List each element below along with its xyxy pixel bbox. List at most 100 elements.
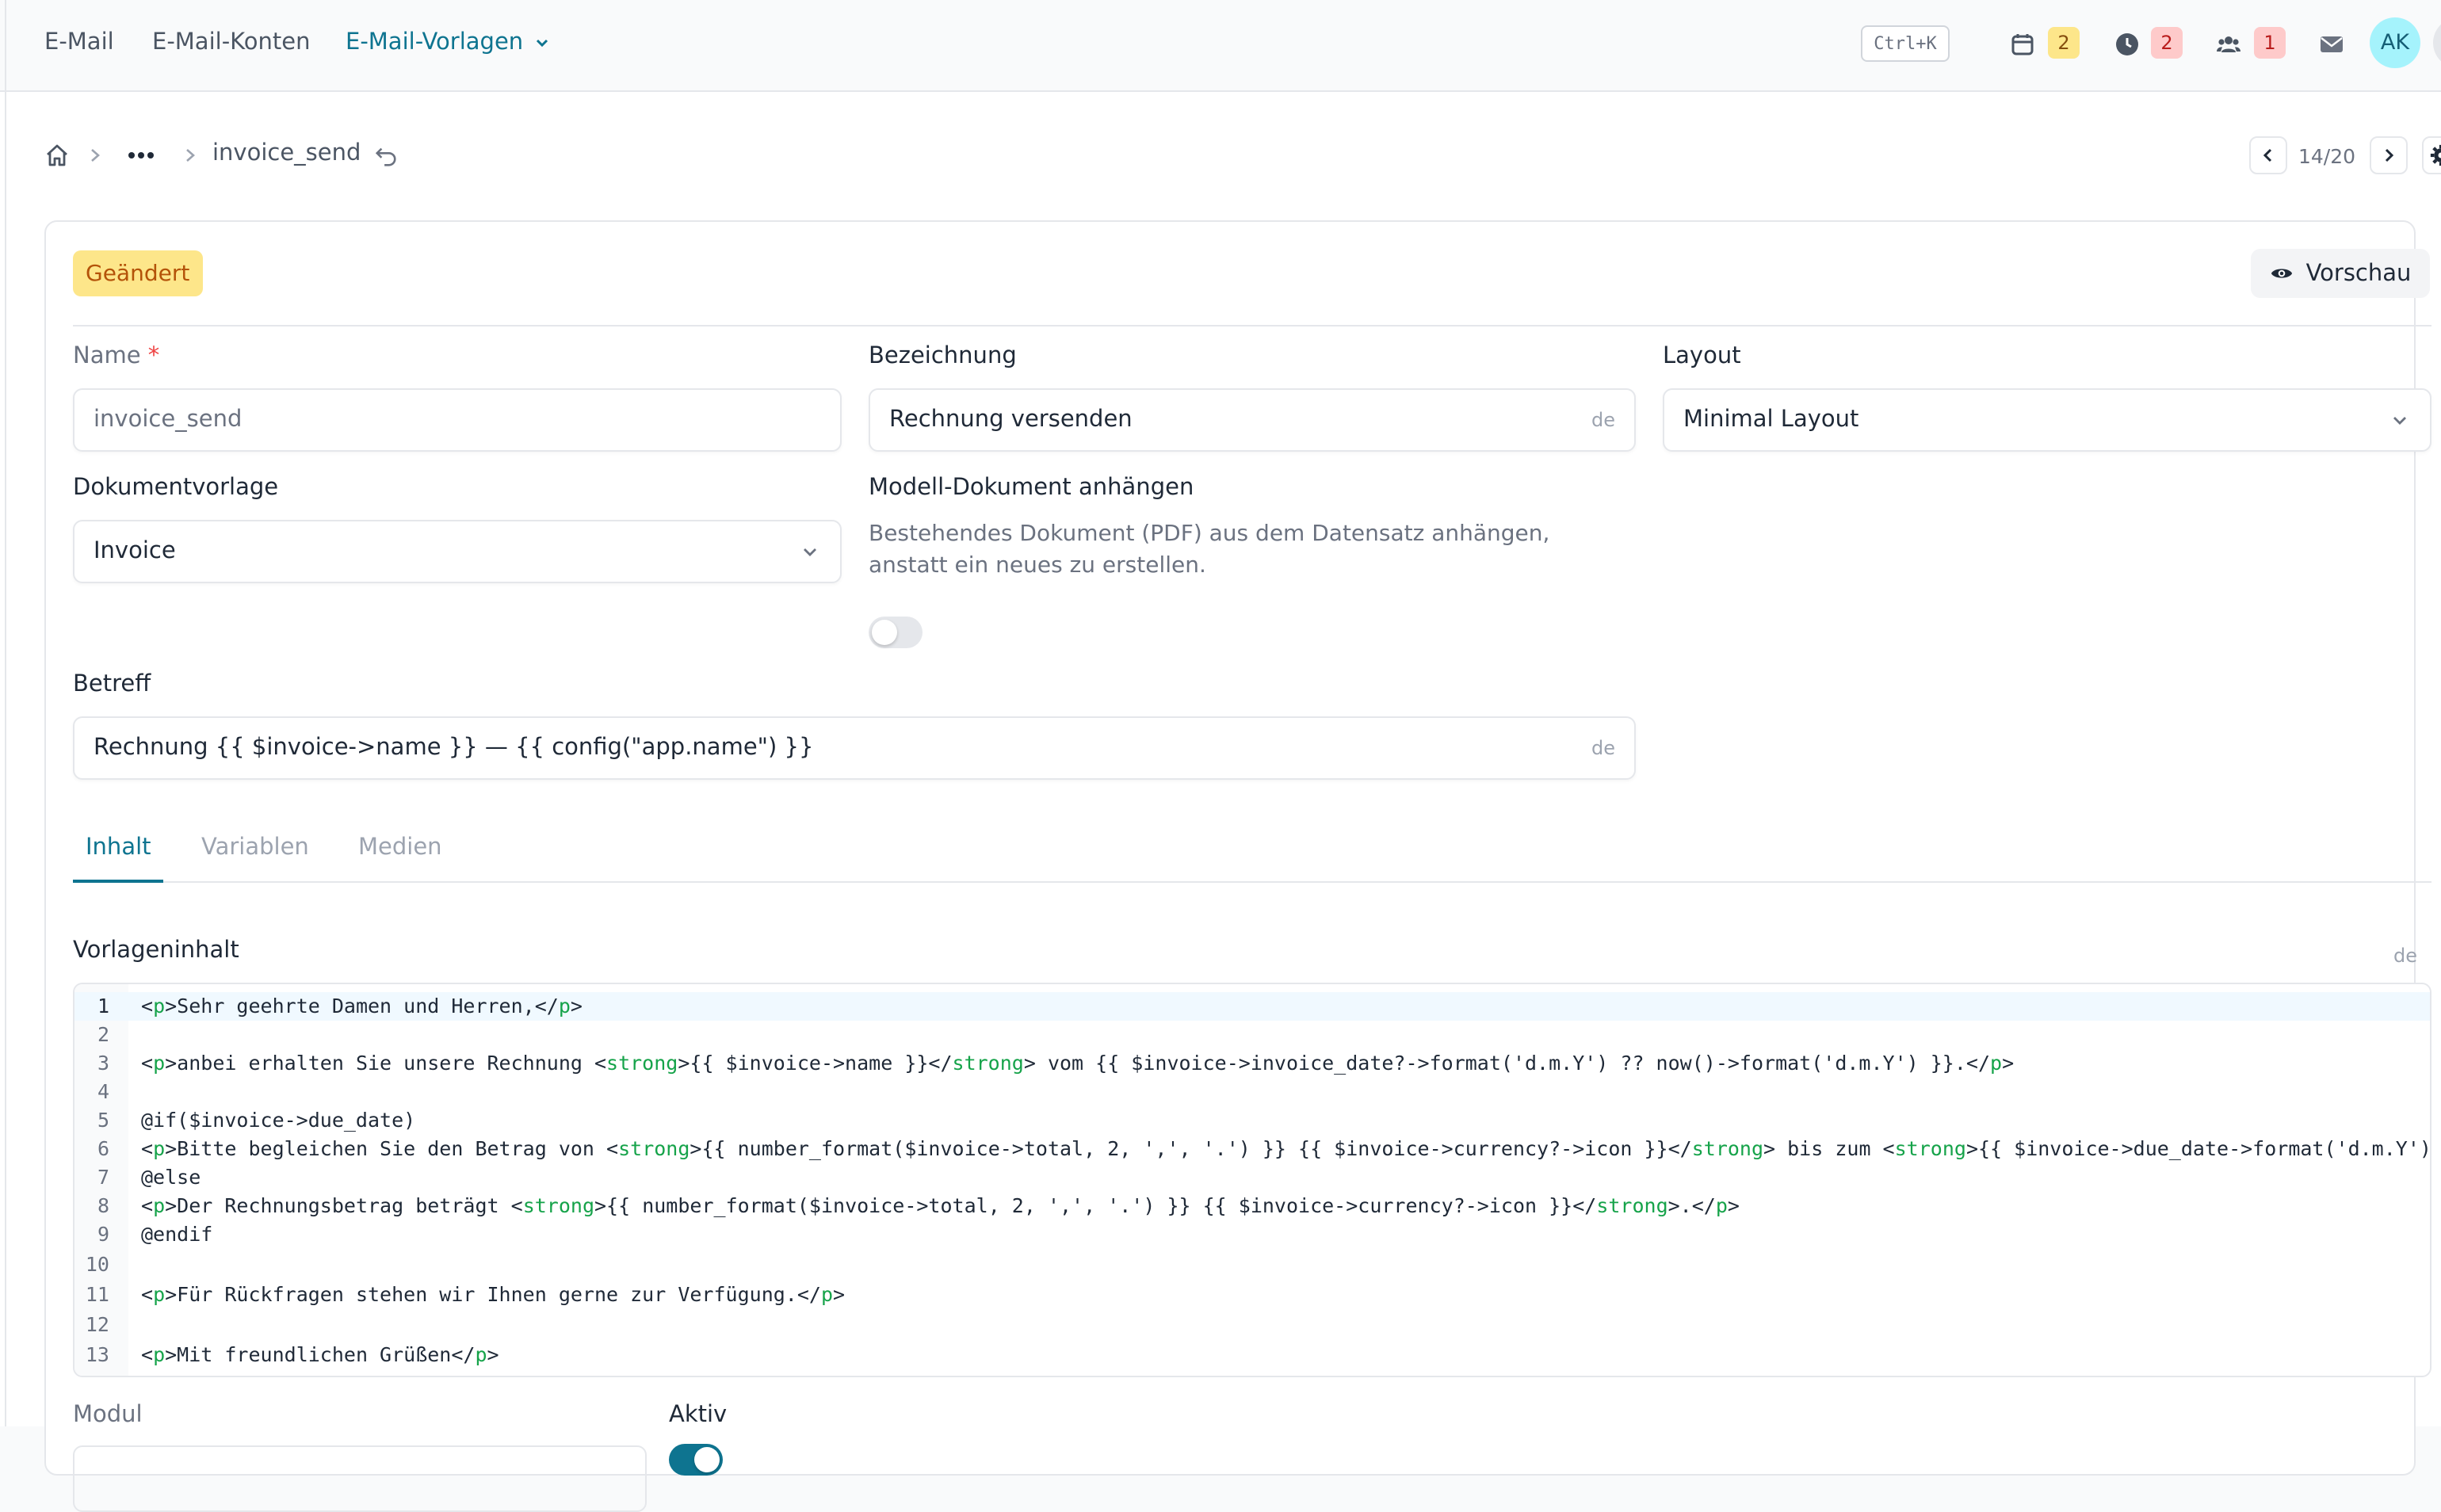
code-line: 9@endif <box>74 1220 2431 1249</box>
line-number: 4 <box>74 1078 109 1106</box>
more-icon[interactable] <box>127 151 155 160</box>
command-shortcut[interactable]: Ctrl+K <box>1861 25 1950 62</box>
line-number: 2 <box>74 1021 109 1049</box>
preview-label: Vorschau <box>2306 261 2412 286</box>
modell-toggle[interactable] <box>869 617 923 648</box>
betreff-label: Betreff <box>73 672 151 697</box>
code-line: 12 <box>74 1311 2431 1339</box>
settings-button[interactable] <box>2422 136 2441 174</box>
line-number: 8 <box>74 1192 109 1220</box>
line-number: 12 <box>74 1311 109 1339</box>
home-icon[interactable] <box>44 143 70 168</box>
nav-email-vorlagen-label: E-Mail-Vorlagen <box>346 30 523 55</box>
prev-record-button[interactable] <box>2249 136 2287 174</box>
line-number: 6 <box>74 1135 109 1163</box>
nav-email-konten[interactable]: E-Mail-Konten <box>152 30 310 55</box>
tab-inhalt[interactable]: Inhalt <box>86 835 151 861</box>
chevron-down-icon <box>533 33 552 52</box>
dokumentvorlage-select[interactable]: Invoice <box>73 520 842 583</box>
code-line: 1<p>Sehr geehrte Damen und Herren,</p> <box>74 992 2431 1021</box>
chevron-down-icon <box>799 540 821 563</box>
line-number: 10 <box>74 1250 109 1279</box>
status-badge: Geändert <box>73 250 202 296</box>
aktiv-toggle[interactable] <box>669 1444 723 1476</box>
modul-select[interactable] <box>73 1445 647 1512</box>
layout-value: Minimal Layout <box>1683 407 2389 433</box>
betreff-value: Rechnung {{ $invoice->name }} — {{ confi… <box>94 735 1591 761</box>
bezeichnung-field[interactable]: Rechnung versendende <box>869 388 1636 452</box>
gear-icon <box>2430 144 2441 166</box>
nav-email-vorlagen[interactable]: E-Mail-Vorlagen <box>346 30 552 55</box>
betreff-lang[interactable]: de <box>1591 737 1615 759</box>
vorlageninhalt-label: Vorlageninhalt <box>73 938 239 964</box>
code-line: 11<p>Für Rückfragen stehen wir Ihnen ger… <box>74 1281 2431 1309</box>
chevron-down-icon <box>2389 409 2411 431</box>
line-number: 13 <box>74 1341 109 1369</box>
line-number: 5 <box>74 1106 109 1135</box>
pager-count: 14/20 <box>2298 144 2355 168</box>
bezeichnung-value: Rechnung versenden <box>889 407 1591 433</box>
chevron-left-icon <box>2260 147 2276 163</box>
layout-select[interactable]: Minimal Layout <box>1663 388 2431 452</box>
left-border <box>5 0 6 1426</box>
dokumentvorlage-label: Dokumentvorlage <box>73 475 278 501</box>
breadcrumb-chevron-icon <box>87 147 103 163</box>
line-number: 9 <box>74 1220 109 1249</box>
content-lang[interactable]: de <box>2393 945 2417 967</box>
calendar-icon[interactable] <box>2010 32 2035 57</box>
tab-variablen[interactable]: Variablen <box>201 835 309 861</box>
name-label: Name * <box>73 344 159 369</box>
aktiv-label: Aktiv <box>669 1403 727 1428</box>
preview-button[interactable]: Vorschau <box>2251 249 2430 298</box>
modell-description-line-1: Bestehendes Dokument (PDF) aus dem Daten… <box>869 518 1549 550</box>
name-field[interactable]: invoice_send <box>73 388 842 452</box>
line-number: 11 <box>74 1281 109 1309</box>
tabs-divider <box>73 881 2431 883</box>
calendar-badge: 2 <box>2048 27 2080 59</box>
breadcrumb-chevron-icon <box>182 147 198 163</box>
line-number: 1 <box>74 992 109 1021</box>
users-badge: 1 <box>2254 27 2286 59</box>
modell-label: Modell-Dokument anhängen <box>869 475 1194 501</box>
avatar-ak[interactable]: AK <box>2370 17 2420 68</box>
required-marker: * <box>148 344 160 369</box>
undo-icon[interactable] <box>374 144 398 168</box>
modell-description-line-2: anstatt ein neues zu erstellen. <box>869 550 1549 582</box>
clock-icon[interactable] <box>2114 32 2140 57</box>
bezeichnung-lang[interactable]: de <box>1591 409 1615 431</box>
layout-label: Layout <box>1663 344 1741 369</box>
dokumentvorlage-value: Invoice <box>94 539 799 564</box>
code-line: 10 <box>74 1250 2431 1279</box>
code-line: 2 <box>74 1021 2431 1049</box>
code-line: 3<p>anbei erhalten Sie unsere Rechnung <… <box>74 1049 2431 1078</box>
app-root: E-Mail E-Mail-Konten E-Mail-Vorlagen Ctr… <box>0 0 2441 1426</box>
header-divider <box>73 325 2431 326</box>
nav-email[interactable]: E-Mail <box>44 30 114 55</box>
modell-description: Bestehendes Dokument (PDF) aus dem Daten… <box>869 518 1549 582</box>
tab-medien[interactable]: Medien <box>358 835 442 861</box>
next-record-button[interactable] <box>2370 136 2408 174</box>
toggle-knob <box>694 1447 720 1472</box>
bezeichnung-label: Bezeichnung <box>869 344 1017 369</box>
name-value: invoice_send <box>94 407 821 433</box>
clock-badge: 2 <box>2151 27 2183 59</box>
betreff-field[interactable]: Rechnung {{ $invoice->name }} — {{ confi… <box>73 716 1636 780</box>
toggle-knob <box>872 620 897 645</box>
eye-icon <box>2270 262 2294 285</box>
code-line: 7@else <box>74 1163 2431 1192</box>
code-editor[interactable]: 1<p>Sehr geehrte Damen und Herren,</p> 2… <box>73 983 2431 1377</box>
chevron-right-icon <box>2381 147 2397 163</box>
name-label-text: Name <box>73 344 141 369</box>
line-number: 7 <box>74 1163 109 1192</box>
code-line: 13<p>Mit freundlichen Grüßen</p> <box>74 1341 2431 1369</box>
code-line: 4 <box>74 1078 2431 1106</box>
code-line: 8<p>Der Rechnungsbetrag beträgt <strong>… <box>74 1192 2431 1220</box>
breadcrumb-current: invoice_send <box>212 141 361 166</box>
line-number: 3 <box>74 1049 109 1078</box>
users-icon[interactable] <box>2216 32 2241 57</box>
code-line: 5@if($invoice->due_date) <box>74 1106 2431 1135</box>
mail-icon[interactable] <box>2319 32 2344 57</box>
code-line: 6<p>Bitte begleichen Sie den Betrag von … <box>74 1135 2431 1163</box>
tab-active-indicator <box>73 880 163 883</box>
modul-label: Modul <box>73 1403 143 1428</box>
